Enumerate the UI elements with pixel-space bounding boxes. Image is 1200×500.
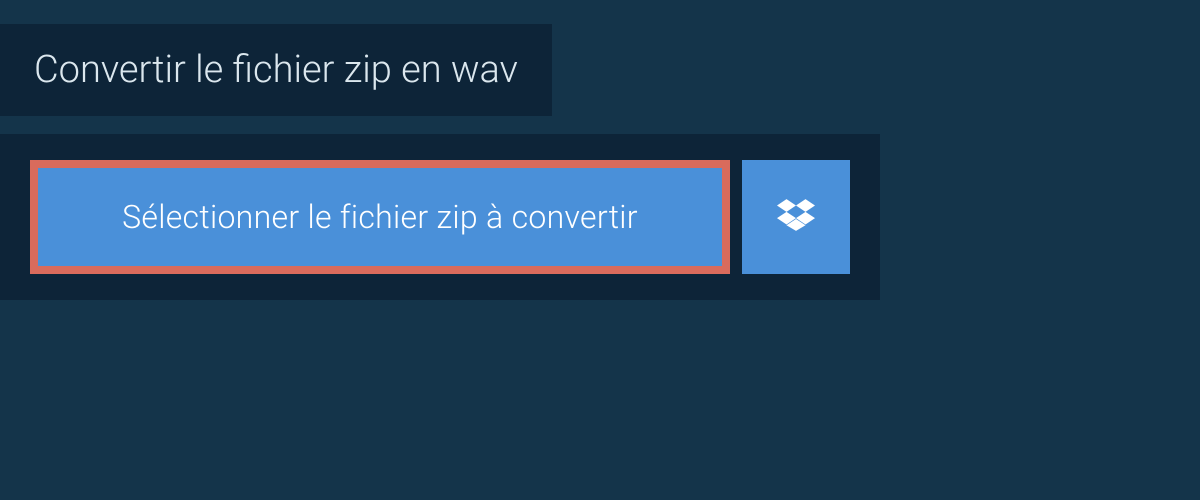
select-file-button[interactable]: Sélectionner le fichier zip à convertir	[30, 160, 730, 274]
select-file-label: Sélectionner le fichier zip à convertir	[122, 198, 638, 236]
file-select-panel: Sélectionner le fichier zip à convertir	[0, 134, 880, 300]
dropbox-icon	[777, 196, 815, 238]
dropbox-button[interactable]	[742, 160, 850, 274]
page-title: Convertir le fichier zip en wav	[0, 24, 552, 116]
